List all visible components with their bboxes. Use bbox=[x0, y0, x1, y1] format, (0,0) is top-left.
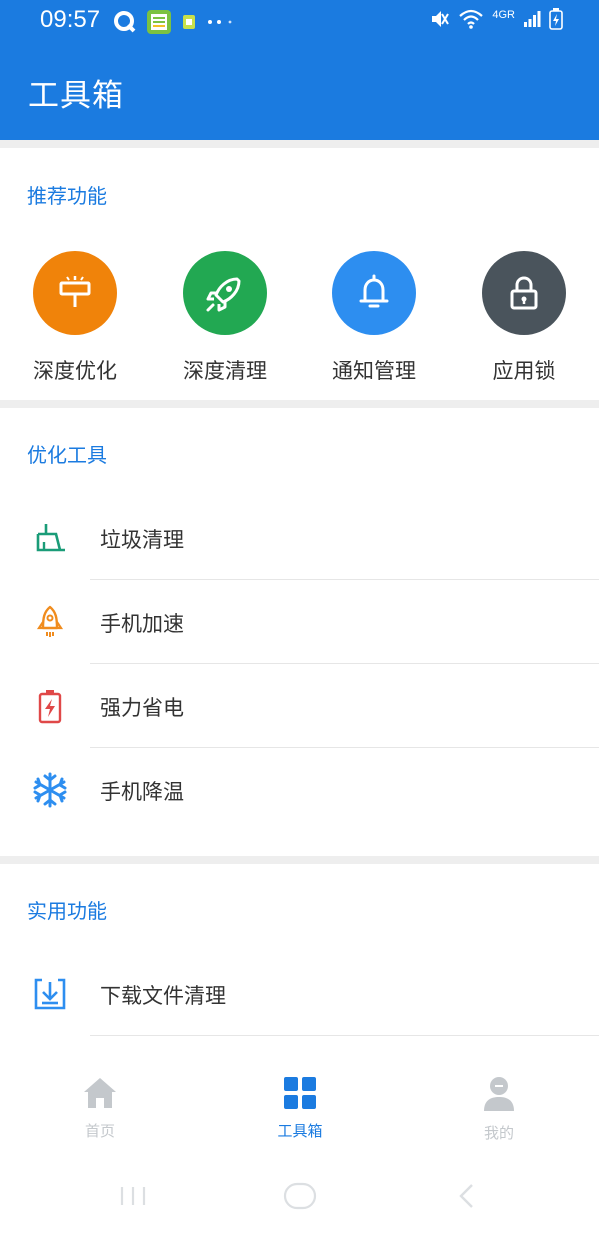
rec-item-deep-optimize[interactable]: 深度优化 bbox=[0, 251, 150, 385]
list-item-junk-clean[interactable]: 垃圾清理 bbox=[0, 496, 599, 580]
list-item-label: 强力省电 bbox=[100, 696, 184, 720]
battery-charging-icon bbox=[549, 8, 563, 30]
network-type: 4GR bbox=[492, 9, 515, 21]
rec-label: 应用锁 bbox=[492, 359, 556, 383]
status-bar: 09:57 4GR bbox=[0, 0, 599, 44]
section-title-optimize: 优化工具 bbox=[27, 443, 107, 467]
nav-item-mine[interactable]: 我的 bbox=[439, 1076, 559, 1143]
sim-icon bbox=[183, 15, 195, 29]
grid-icon bbox=[284, 1077, 316, 1109]
system-navigation-bar bbox=[0, 1160, 599, 1233]
rocket-icon bbox=[206, 277, 241, 312]
home-button-icon[interactable] bbox=[283, 1182, 317, 1210]
snowflake-icon bbox=[28, 768, 72, 812]
list-item-power-save[interactable]: 强力省电 bbox=[0, 664, 599, 748]
nav-label: 首页 bbox=[84, 1122, 115, 1140]
rocket-outline-icon bbox=[28, 600, 72, 644]
optimize-section: 优化工具 垃圾清理 手机加速 强力省电 手机降温 bbox=[0, 408, 599, 856]
rec-label: 深度清理 bbox=[183, 359, 267, 383]
rec-circle-deep-clean bbox=[183, 251, 267, 335]
signal-icon bbox=[524, 11, 541, 27]
rec-label: 深度优化 bbox=[33, 359, 117, 383]
bell-icon bbox=[359, 274, 389, 308]
more-dots-icon bbox=[208, 20, 232, 24]
download-icon bbox=[28, 972, 72, 1016]
status-time: 09:57 bbox=[40, 6, 101, 33]
nav-item-toolbox[interactable]: 工具箱 bbox=[240, 1076, 360, 1141]
section-title-recommended: 推荐功能 bbox=[27, 184, 107, 208]
rec-item-deep-clean[interactable]: 深度清理 bbox=[150, 251, 300, 385]
bottom-navigation: 首页 工具箱 我的 bbox=[0, 1050, 599, 1160]
page-title: 工具箱 bbox=[28, 78, 124, 114]
divider bbox=[90, 1035, 599, 1036]
signpost-icon bbox=[59, 276, 91, 307]
app-header: 09:57 4GR 工具箱 bbox=[0, 0, 599, 140]
section-title-utility: 实用功能 bbox=[27, 899, 107, 923]
rec-circle-notification bbox=[332, 251, 416, 335]
list-item-download-clean[interactable]: 下载文件清理 bbox=[0, 952, 599, 1036]
list-item-label: 下载文件清理 bbox=[100, 984, 226, 1008]
nav-label: 我的 bbox=[483, 1124, 514, 1142]
list-item-label: 手机降温 bbox=[100, 780, 184, 804]
list-item-label: 垃圾清理 bbox=[100, 528, 184, 552]
home-icon bbox=[84, 1078, 116, 1108]
rec-item-app-lock[interactable]: 应用锁 bbox=[449, 251, 599, 385]
list-item-speed-up[interactable]: 手机加速 bbox=[0, 580, 599, 664]
back-icon[interactable] bbox=[456, 1182, 478, 1210]
mute-icon bbox=[432, 11, 450, 27]
recommended-section: 推荐功能 深度优化 深度清理 通知管理 应用锁 bbox=[0, 148, 599, 400]
utility-section: 实用功能 下载文件清理 bbox=[0, 864, 599, 1050]
rec-label: 通知管理 bbox=[332, 359, 416, 383]
rec-circle-deep-optimize bbox=[33, 251, 117, 335]
system-status-icons: 4GR bbox=[428, 8, 563, 30]
battery-icon bbox=[28, 684, 72, 728]
broom-icon bbox=[28, 516, 72, 560]
wifi-icon bbox=[459, 9, 484, 29]
q-app-icon bbox=[114, 11, 136, 33]
notification-icons bbox=[114, 9, 236, 35]
person-icon bbox=[484, 1077, 514, 1111]
rec-item-notification[interactable]: 通知管理 bbox=[299, 251, 449, 385]
nav-item-home[interactable]: 首页 bbox=[40, 1076, 160, 1141]
lock-icon bbox=[510, 276, 538, 310]
nav-label: 工具箱 bbox=[277, 1122, 323, 1140]
recent-apps-icon[interactable] bbox=[118, 1184, 148, 1208]
rec-circle-app-lock bbox=[482, 251, 566, 335]
list-item-label: 手机加速 bbox=[100, 612, 184, 636]
list-item-cool-down[interactable]: 手机降温 bbox=[0, 748, 599, 832]
sheet-app-icon bbox=[147, 10, 171, 34]
